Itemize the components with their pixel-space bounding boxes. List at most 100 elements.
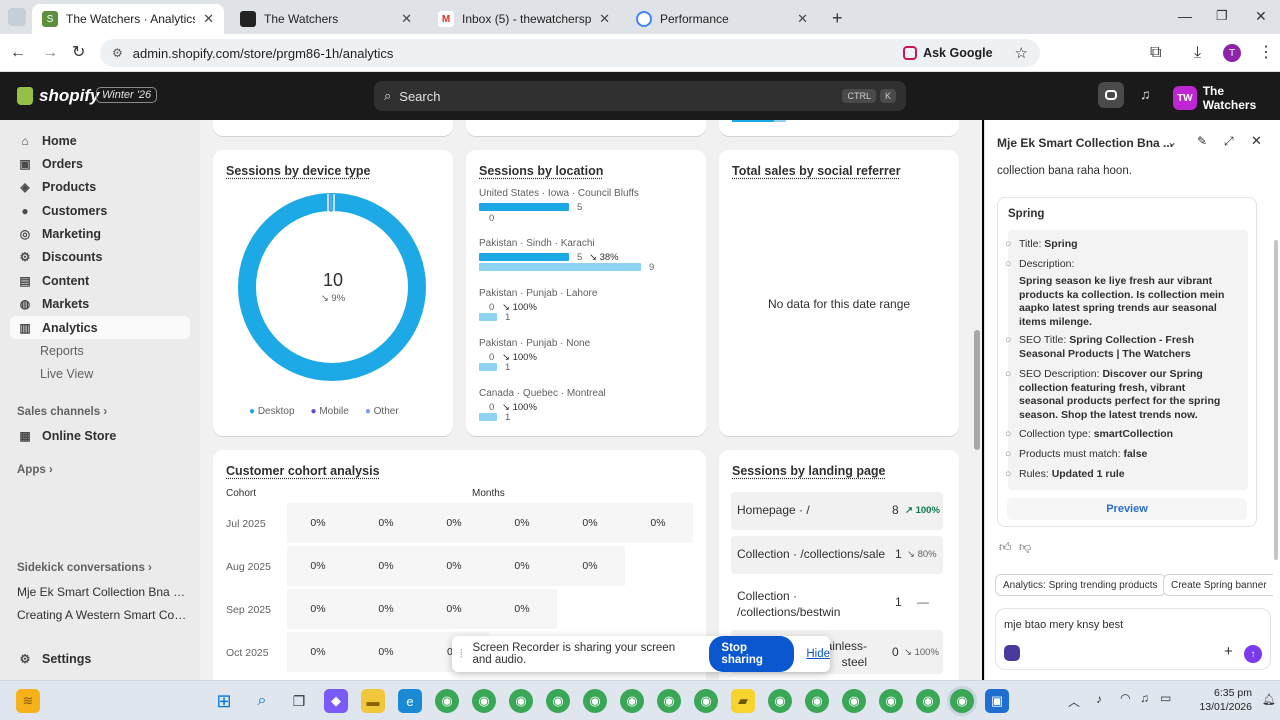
microphone-icon[interactable]: ♪ <box>1096 692 1102 706</box>
volume-icon[interactable]: ♫ <box>1140 691 1149 705</box>
tab-the-watchers[interactable]: The Watchers ✕ <box>230 4 422 34</box>
file-explorer-icon[interactable]: ▬ <box>361 689 385 713</box>
main-scrollbar[interactable] <box>972 120 982 680</box>
sidekick-icon[interactable] <box>1098 82 1124 108</box>
sidebar-item-marketing[interactable]: ◎ Marketing <box>10 222 190 245</box>
edge-icon[interactable]: e <box>398 689 422 713</box>
sidekick-scrollbar[interactable] <box>1274 240 1278 560</box>
store-menu[interactable]: TW The Watchers <box>1173 84 1280 112</box>
shopify-logo[interactable]: shopify <box>17 86 99 106</box>
bookmark-star-icon[interactable]: ☆ <box>1015 44 1028 62</box>
suggestion-chip[interactable]: Create Spring banner <box>1163 574 1273 596</box>
chrome-icon[interactable]: ◉ <box>842 689 866 713</box>
tab-search-icon[interactable] <box>8 8 26 26</box>
sidekick-input-text[interactable]: mje btao mery knsy best <box>1004 619 1123 631</box>
screen-recorder-icon[interactable]: ▣ <box>985 689 1009 713</box>
system-clock[interactable]: 6:35 pm 13/01/2026 <box>1190 686 1252 714</box>
show-hidden-icons-icon[interactable]: ︿ <box>1068 693 1080 710</box>
back-icon[interactable]: ← <box>10 43 26 63</box>
sidekick-input-box[interactable]: mje btao mery knsy best + ↑ <box>995 608 1271 670</box>
sticky-notes-icon[interactable]: ▰ <box>731 689 755 713</box>
thumbs-up-icon[interactable]: 👍︎ <box>999 540 1012 555</box>
close-tab-icon[interactable]: ✕ <box>401 11 412 27</box>
scrollbar-thumb[interactable] <box>974 330 980 450</box>
new-tab-icon[interactable]: + <box>832 8 843 29</box>
notification-center-icon[interactable]: 🔔︎ <box>1262 693 1276 706</box>
card-title[interactable]: Customer cohort analysis <box>226 464 380 478</box>
suggestion-chip[interactable]: Analytics: Spring trending products <box>995 574 1166 596</box>
add-attachment-icon[interactable]: + <box>1224 643 1233 660</box>
profile-avatar[interactable]: T <box>1223 44 1241 62</box>
chrome-icon[interactable]: ◉ <box>435 689 459 713</box>
tab-analytics[interactable]: S The Watchers · Analytics · Shopi ✕ <box>32 4 224 34</box>
apps-heading[interactable]: Apps › <box>17 464 53 476</box>
reload-icon[interactable]: ↻ <box>72 43 85 63</box>
chrome-icon[interactable]: ◉ <box>805 689 829 713</box>
card-title[interactable]: Sessions by device type <box>226 164 371 178</box>
close-window-icon[interactable]: ✕ <box>1255 8 1267 25</box>
new-chat-icon[interactable]: ✎ <box>1197 134 1207 148</box>
copilot-icon[interactable]: ◆ <box>324 689 348 713</box>
widgets-icon[interactable]: ≋ <box>16 689 40 713</box>
chevron-down-icon[interactable]: ⌄ <box>1167 135 1177 149</box>
expand-icon[interactable]: ⤢ <box>1224 134 1234 149</box>
chrome-icon[interactable]: ◉ <box>916 689 940 713</box>
sidekick-conversations-heading[interactable]: Sidekick conversations › <box>17 562 152 574</box>
sidebar-item-discounts[interactable]: ⚙ Discounts <box>10 245 190 268</box>
sidebar-item-home[interactable]: ⌂ Home <box>10 129 190 152</box>
conversation-item[interactable]: Creating A Western Smart Coll... <box>17 608 187 622</box>
edition-badge[interactable]: Winter '26 <box>96 87 158 103</box>
battery-icon[interactable]: ▭ <box>1160 691 1171 705</box>
forward-icon[interactable]: → <box>42 43 58 63</box>
conversation-item[interactable]: Mje Ek Smart Collection Bna K... <box>17 585 187 599</box>
restore-icon[interactable]: ❐ <box>1216 8 1228 24</box>
close-tab-icon[interactable]: ✕ <box>599 11 610 27</box>
chrome-icon[interactable]: ◉ <box>472 689 496 713</box>
tab-performance[interactable]: Performance ✕ <box>626 4 818 34</box>
wifi-icon[interactable]: ◠ <box>1120 691 1130 705</box>
thumbs-down-icon[interactable]: 👎︎ <box>1019 540 1031 555</box>
notifications-bell-icon[interactable]: ♫ <box>1140 86 1151 102</box>
chrome-icon[interactable]: ◉ <box>657 689 681 713</box>
tab-inbox[interactable]: M Inbox (5) - thewatcherspk@gm ✕ <box>428 4 620 34</box>
close-tab-icon[interactable]: ✕ <box>203 11 214 27</box>
chrome-icon[interactable]: ◉ <box>620 689 644 713</box>
close-tab-icon[interactable]: ✕ <box>797 11 808 27</box>
address-bar[interactable]: ⚙ admin.shopify.com/store/prgm86-1h/anal… <box>100 39 1040 67</box>
chrome-icon[interactable]: ◉ <box>768 689 792 713</box>
chrome-icon[interactable]: ◉ <box>509 689 533 713</box>
chrome-icon[interactable]: ◉ <box>546 689 570 713</box>
chrome-icon[interactable]: ◉ <box>583 689 607 713</box>
minimize-icon[interactable]: — <box>1178 8 1192 24</box>
card-title[interactable]: Total sales by social referrer <box>732 164 901 178</box>
sidekick-title[interactable]: Mje Ek Smart Collection Bna ... <box>997 136 1173 150</box>
task-view-icon[interactable]: ❐ <box>287 689 311 713</box>
sales-channels-heading[interactable]: Sales channels › <box>17 406 107 418</box>
sidebar-item-live-view[interactable]: Live View <box>10 362 190 385</box>
chrome-icon[interactable]: ◉ <box>879 689 903 713</box>
sidebar-item-orders[interactable]: ▣ Orders <box>10 152 190 175</box>
sidebar-item-customers[interactable]: ● Customers <box>10 199 190 222</box>
start-icon[interactable]: ⊞ <box>212 689 236 713</box>
sidebar-item-analytics[interactable]: ▥ Analytics <box>10 316 190 339</box>
drag-handle-icon[interactable]: ⦙ <box>460 648 462 661</box>
sidebar-item-online-store[interactable]: ▦ Online Store <box>10 424 190 447</box>
ask-google-button[interactable]: Ask Google <box>903 46 993 60</box>
site-info-icon[interactable]: ⚙ <box>112 46 123 60</box>
close-icon[interactable]: ✕ <box>1251 133 1262 149</box>
stop-sharing-button[interactable]: Stop sharing <box>709 636 795 672</box>
extensions-icon[interactable]: ⧉ <box>1150 43 1161 63</box>
chrome-icon[interactable]: ◉ <box>694 689 718 713</box>
send-icon[interactable]: ↑ <box>1244 645 1262 663</box>
chrome-active-icon[interactable]: ◉ <box>950 689 974 713</box>
card-title[interactable]: Sessions by landing page <box>732 464 886 478</box>
sidebar-item-products[interactable]: ◈ Products <box>10 175 190 198</box>
preview-button[interactable]: Preview <box>1007 498 1247 520</box>
card-title[interactable]: Sessions by location <box>479 164 603 178</box>
sidebar-item-reports[interactable]: Reports <box>10 339 190 362</box>
hide-link[interactable]: Hide <box>806 648 830 660</box>
download-icon[interactable]: ⤓ <box>1194 43 1201 63</box>
search-bar[interactable]: ⌕ Search CTRL K <box>374 81 906 111</box>
menu-kebab-icon[interactable]: ⋮ <box>1258 43 1274 63</box>
search-icon[interactable]: ⌕ <box>250 689 274 713</box>
